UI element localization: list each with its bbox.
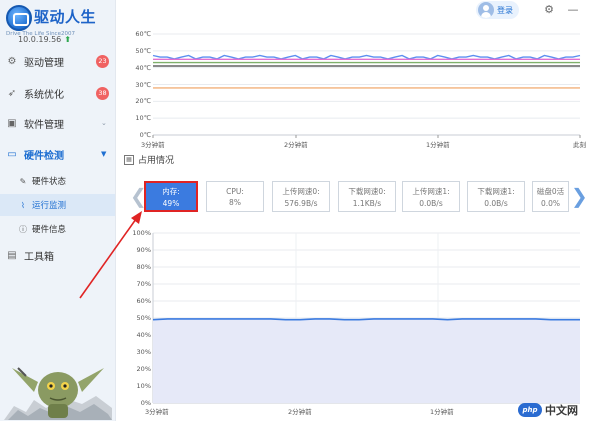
metric-label: 磁盘0活 — [536, 186, 565, 196]
usage-y-tick: 100% — [132, 229, 151, 237]
metric-value: 1.1KB/s — [352, 198, 382, 208]
metric-value: 576.9B/s — [284, 198, 318, 208]
metric-value: 49% — [162, 198, 180, 208]
memory-usage-line — [152, 318, 580, 321]
metric-label: 下载网速1: — [477, 186, 515, 196]
metric-label: CPU: — [226, 186, 244, 196]
usage-y-tick: 80% — [136, 263, 151, 271]
usage-y-tick: 90% — [136, 246, 151, 254]
metric-cpu[interactable]: CPU: 8% — [206, 181, 264, 212]
usage-section-title: ▦ 占用情况 — [124, 153, 174, 166]
usage-y-tick: 10% — [136, 382, 151, 390]
metric-label: 上传网速1: — [412, 186, 450, 196]
metric-disk-0[interactable]: 磁盘0活 0.0% — [532, 181, 569, 212]
metric-value: 8% — [229, 197, 241, 207]
usage-x-tick: 1分钟前 — [430, 408, 454, 416]
watermark-badge: php — [518, 403, 542, 417]
temp-x-tick: 2分钟前 — [284, 141, 308, 149]
usage-y-tick: 20% — [136, 365, 151, 373]
temp-series-line — [152, 54, 581, 60]
temp-x-tick: 1分钟前 — [426, 141, 450, 149]
temp-y-tick: 10℃ — [135, 114, 151, 123]
temp-x-tick: 3分钟前 — [141, 141, 165, 149]
metric-value: 0.0% — [540, 198, 561, 208]
metric-value: 0.0B/s — [419, 198, 443, 208]
annotation-arrow-head — [131, 211, 142, 224]
temp-y-tick: 40℃ — [135, 63, 151, 72]
usage-x-tick: 2分钟前 — [288, 408, 312, 416]
temp-y-tick: 60℃ — [135, 30, 151, 38]
metric-label: 内存: — [162, 186, 180, 196]
chart-box-icon: ▦ — [124, 154, 134, 165]
usage-title-text: 占用情况 — [138, 156, 175, 166]
temp-y-tick: 50℃ — [135, 46, 151, 55]
watermark-text: 中文网 — [545, 404, 578, 417]
metric-upload-speed-0[interactable]: 上传网速0: 576.9B/s — [272, 181, 330, 212]
usage-y-tick: 70% — [136, 280, 151, 288]
usage-y-tick: 30% — [136, 348, 151, 356]
temp-y-tick: 0℃ — [139, 131, 151, 139]
usage-y-tick: 40% — [136, 331, 151, 339]
usage-y-tick: 50% — [136, 314, 151, 322]
memory-usage-area — [153, 318, 580, 403]
metric-label: 下载网速0: — [348, 186, 386, 196]
site-watermark: php 中文网 — [518, 401, 598, 419]
metric-value: 0.0B/s — [484, 198, 508, 208]
annotation-arrow-line — [79, 218, 137, 299]
metric-download-speed-0[interactable]: 下载网速0: 1.1KB/s — [338, 181, 396, 212]
usage-y-tick: 60% — [136, 297, 151, 305]
scroll-right-arrow[interactable]: ❯ — [571, 186, 588, 206]
temp-y-tick: 20℃ — [135, 97, 151, 106]
metric-download-speed-1[interactable]: 下载网速1: 0.0B/s — [467, 181, 525, 212]
metric-label: 上传网速0: — [282, 186, 320, 196]
metric-upload-speed-1[interactable]: 上传网速1: 0.0B/s — [402, 181, 460, 212]
temp-y-tick: 30℃ — [135, 80, 151, 89]
usage-x-tick: 3分钟前 — [145, 408, 169, 416]
metric-memory[interactable]: 内存: 49% — [144, 181, 198, 212]
temp-x-tick: 此刻 — [573, 141, 586, 149]
